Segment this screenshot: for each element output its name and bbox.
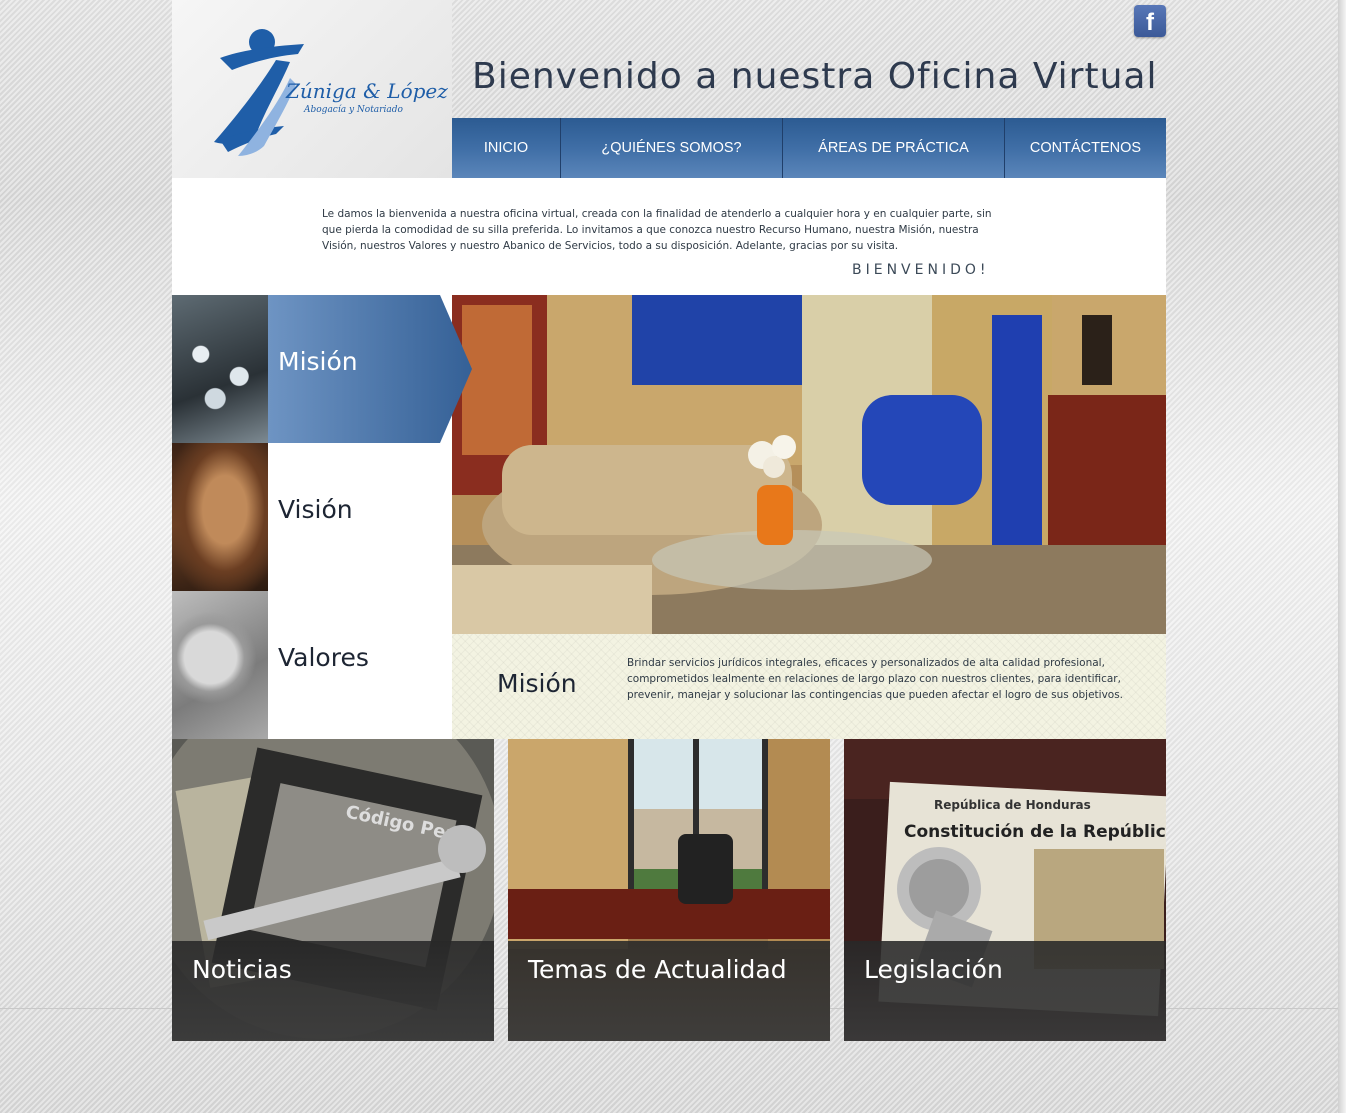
tile-label-noticias: Noticias [192, 955, 292, 984]
scrollbar-edge [1338, 0, 1346, 1113]
tile-temas-de-actualidad[interactable]: Temas de Actualidad [508, 739, 830, 1041]
svg-text:República de Honduras: República de Honduras [934, 798, 1091, 812]
tile-caption: Noticias [172, 941, 494, 1041]
logo-tagline: Abogacía y Notariado [303, 104, 403, 115]
coin-image [172, 591, 268, 739]
logo-mark: Zúniga & López Abogacía y Notariado [214, 29, 448, 156]
side-label-valores: Valores [278, 643, 369, 672]
mission-text: Brindar servicios jurídicos integrales, … [627, 657, 1124, 701]
side-item-vision[interactable]: Visión [172, 443, 452, 591]
facebook-icon[interactable]: f [1134, 5, 1166, 37]
side-label-mision: Misión [278, 347, 358, 376]
side-item-valores[interactable]: Valores [172, 591, 452, 739]
side-item-vision-label[interactable]: Visión [268, 443, 452, 591]
chess-pieces-image [172, 295, 268, 443]
nav-item-areas-de-practica[interactable]: ÁREAS DE PRÁCTICA [783, 118, 1005, 178]
mission-title: Misión [497, 669, 577, 698]
logo-name: Zúniga & López [285, 79, 448, 103]
side-menu: Misión Visión Valores [172, 295, 472, 739]
side-label-vision: Visión [278, 495, 353, 524]
nav-item-contactenos[interactable]: CONTÁCTENOS [1005, 118, 1166, 178]
tile-caption: Legislación [844, 941, 1166, 1041]
tile-label-legislacion: Legislación [864, 955, 1003, 984]
statue-image [172, 443, 268, 591]
welcome-greeting: BIENVENIDO! [852, 262, 990, 278]
tile-label-temas-de-actualidad: Temas de Actualidad [528, 955, 787, 984]
office-photo [452, 295, 1166, 634]
side-item-valores-label[interactable]: Valores [268, 591, 452, 739]
welcome-text: Le damos la bienvenida a nuestra oficina… [322, 208, 992, 252]
nav-item-quienes-somos[interactable]: ¿QUIÉNES SOMOS? [561, 118, 783, 178]
main-nav: INICIO ¿QUIÉNES SOMOS? ÁREAS DE PRÁCTICA… [452, 118, 1166, 178]
page-title: Bienvenido a nuestra Oficina Virtual [472, 56, 1158, 97]
page-container: Zúniga & López Abogacía y Notariado f Bi… [172, 0, 1166, 1041]
welcome-section: Le damos la bienvenida a nuestra oficina… [172, 178, 1166, 295]
side-item-mision-label[interactable]: Misión [268, 295, 472, 443]
mission-panel: Misión Brindar servicios jurídicos integ… [452, 634, 1166, 739]
header: f Bienvenido a nuestra Oficina Virtual [452, 0, 1166, 118]
side-item-mision[interactable]: Misión [172, 295, 472, 443]
tile-legislacion[interactable]: República de Honduras Constitución de la… [844, 739, 1166, 1041]
nav-item-inicio[interactable]: INICIO [452, 118, 561, 178]
logo[interactable]: Zúniga & López Abogacía y Notariado [172, 0, 452, 179]
svg-text:Constitución de la República: Constitución de la República [904, 822, 1166, 842]
tile-caption: Temas de Actualidad [508, 941, 830, 1041]
tile-noticias[interactable]: Código Penal Noticias [172, 739, 494, 1041]
